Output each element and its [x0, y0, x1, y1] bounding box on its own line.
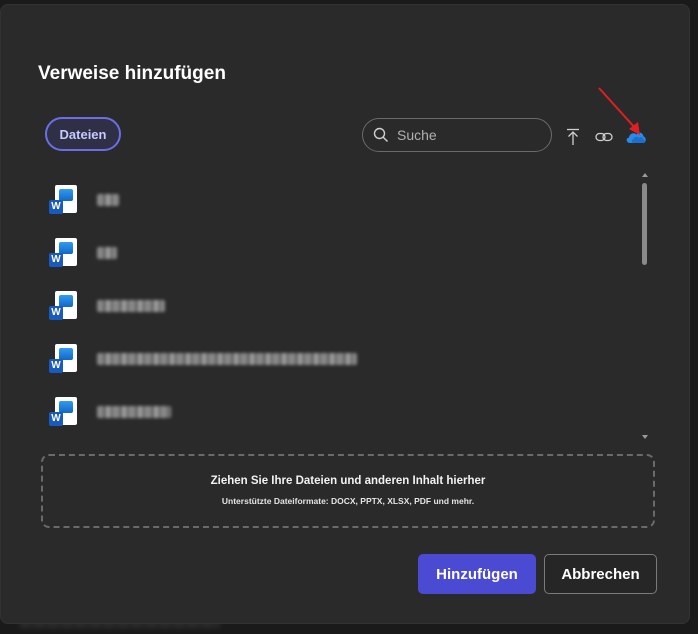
file-name-redacted [97, 193, 119, 206]
search-box[interactable] [362, 118, 552, 152]
scroll-up-arrow-icon[interactable] [642, 173, 648, 177]
dropzone-title: Ziehen Sie Ihre Dateien und anderen Inha… [210, 475, 486, 487]
cancel-button[interactable]: Abbrechen [544, 554, 657, 594]
dialog-title: Verweise hinzufügen [38, 63, 226, 84]
upload-icon [567, 128, 579, 145]
list-item[interactable]: W [41, 332, 641, 385]
list-item[interactable]: W [41, 279, 641, 332]
word-file-icon: W [47, 395, 81, 429]
word-file-icon: W [47, 289, 81, 323]
upload-button[interactable] [562, 126, 584, 148]
file-list: W W W W W [41, 173, 641, 441]
list-item[interactable]: W [41, 173, 641, 226]
file-name-redacted [97, 405, 171, 418]
list-scrollbar[interactable] [639, 173, 651, 441]
scroll-down-arrow-icon[interactable] [642, 435, 648, 439]
list-item[interactable]: W [41, 226, 641, 279]
add-button[interactable]: Hinzufügen [418, 554, 536, 594]
word-file-icon: W [47, 342, 81, 376]
word-file-icon: W [47, 236, 81, 270]
file-dropzone[interactable]: Ziehen Sie Ihre Dateien und anderen Inha… [41, 454, 655, 528]
add-references-dialog: Verweise hinzufügen Dateien Suche W W W … [0, 4, 690, 624]
file-name-redacted [97, 352, 357, 365]
search-icon [373, 127, 388, 142]
tab-files[interactable]: Dateien [45, 117, 121, 151]
annotation-arrow-icon [598, 87, 640, 135]
word-file-icon: W [47, 183, 81, 217]
file-name-redacted [97, 246, 117, 259]
list-item[interactable]: W [41, 385, 641, 438]
dropzone-supported-formats: Unterstützte Dateiformate: DOCX, PPTX, X… [221, 496, 475, 506]
file-name-redacted [97, 299, 165, 312]
scroll-thumb[interactable] [642, 183, 647, 265]
search-input[interactable] [395, 126, 539, 144]
